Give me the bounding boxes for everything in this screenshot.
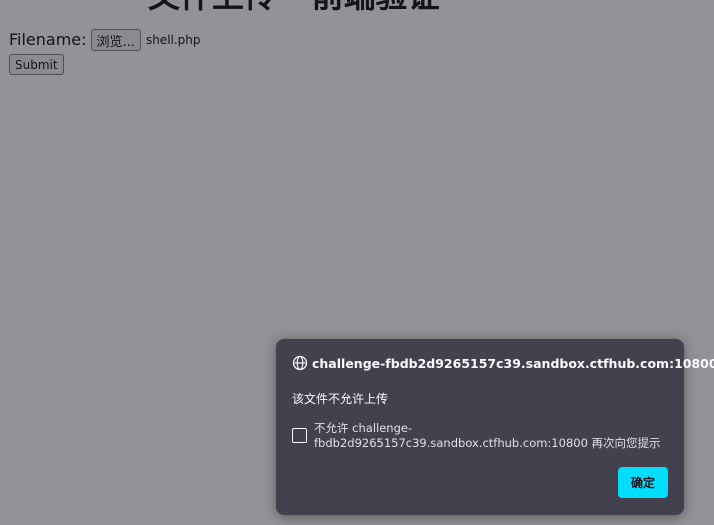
globe-icon xyxy=(292,355,308,371)
suppress-prompts-checkbox[interactable] xyxy=(292,428,307,443)
alert-dialog: challenge-fbdb2d9265157c39.sandbox.ctfhu… xyxy=(276,339,714,515)
suppress-prompts-option[interactable]: 不允许 challenge-fbdb2d9265157c39.sandbox.c… xyxy=(292,421,672,451)
suppress-prompts-label: 不允许 challenge-fbdb2d9265157c39.sandbox.c… xyxy=(314,421,661,450)
ok-button[interactable]: 确定 xyxy=(618,467,668,498)
dialog-origin: challenge-fbdb2d9265157c39.sandbox.ctfhu… xyxy=(312,355,714,371)
dialog-header: challenge-fbdb2d9265157c39.sandbox.ctfhu… xyxy=(292,355,714,371)
dialog-message: 该文件不允许上传 xyxy=(292,392,389,406)
